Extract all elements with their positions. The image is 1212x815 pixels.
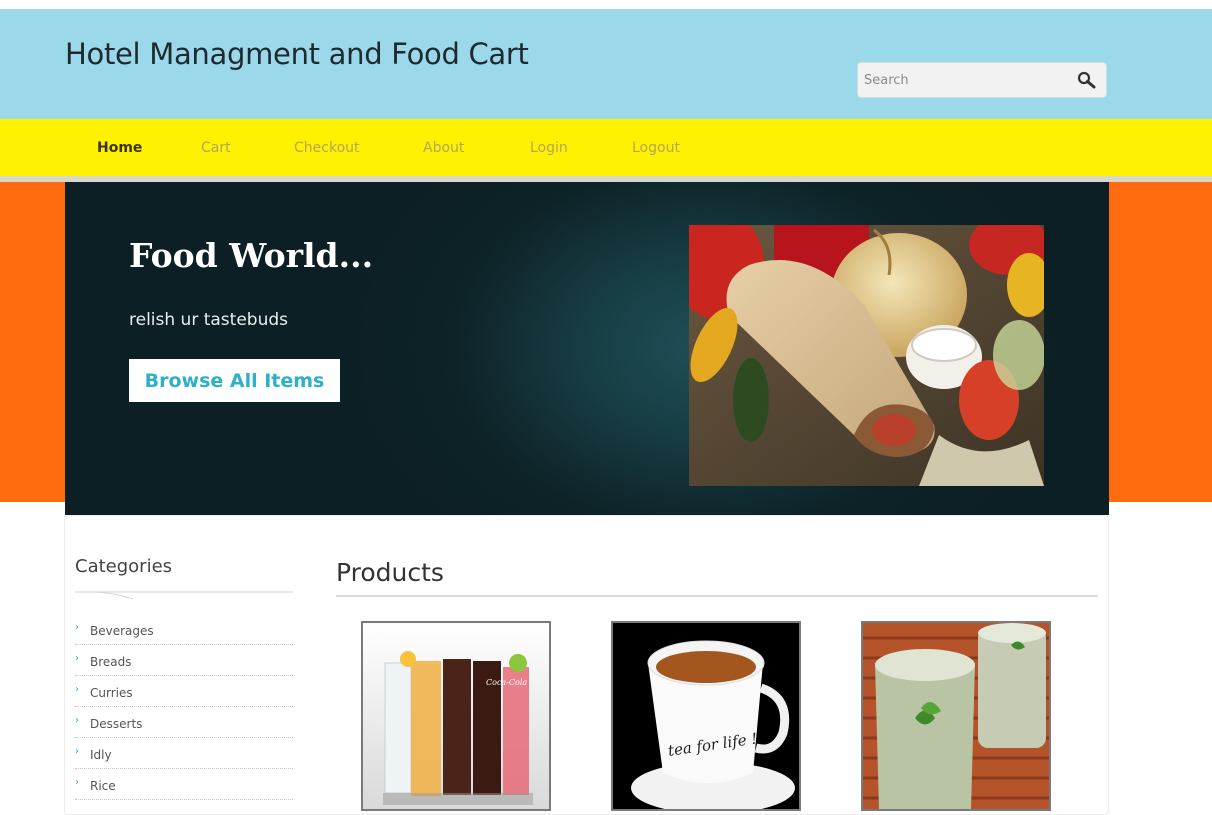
product-card-lassi[interactable] [861, 621, 1051, 811]
search-icon[interactable] [1076, 70, 1098, 90]
category-item-desserts[interactable]: › Desserts [75, 708, 293, 738]
category-label: Desserts [90, 717, 143, 731]
tea-cup-image: tea for life ! [613, 623, 799, 809]
category-item-curries[interactable]: › Curries [75, 677, 293, 707]
category-label: Curries [90, 686, 133, 700]
nav-item-logout[interactable]: Logout [632, 140, 680, 156]
category-label: Rice [90, 779, 116, 793]
categories-divider [75, 586, 293, 600]
main-nav: Home Cart Checkout About Login Logout [0, 119, 1212, 176]
browse-all-items-button[interactable]: Browse All Items [129, 359, 340, 402]
category-label: Beverages [90, 624, 154, 638]
nav-item-cart[interactable]: Cart [201, 140, 231, 156]
nav-item-checkout[interactable]: Checkout [294, 140, 360, 156]
search-box [857, 62, 1107, 98]
chevron-right-icon: › [75, 746, 79, 757]
chevron-right-icon: › [75, 684, 79, 695]
chevron-right-icon: › [75, 622, 79, 633]
nav-item-login[interactable]: Login [530, 140, 568, 156]
hero-banner: Food World... relish ur tastebuds Browse… [65, 182, 1109, 515]
category-item-rice[interactable]: › Rice [75, 770, 293, 800]
product-card-cold-drinks[interactable]: Coca-Cola [361, 621, 551, 811]
cold-drinks-image: Coca-Cola [363, 623, 549, 809]
products-heading: Products [336, 558, 444, 587]
category-label: Idly [90, 748, 112, 762]
category-item-beverages[interactable]: › Beverages [75, 615, 293, 645]
nav-item-about[interactable]: About [423, 140, 464, 156]
nav-item-home[interactable]: Home [97, 140, 142, 156]
lassi-glasses-image [863, 623, 1049, 809]
category-label: Breads [90, 655, 132, 669]
banner-tagline: relish ur tastebuds [129, 310, 289, 330]
chevron-right-icon: › [75, 777, 79, 788]
category-item-idly[interactable]: › Idly [75, 739, 293, 769]
search-input[interactable] [858, 63, 1074, 97]
product-card-tea[interactable]: tea for life ! [611, 621, 801, 811]
banner-title: Food World... [129, 236, 374, 275]
site-title: Hotel Managment and Food Cart [65, 37, 529, 71]
site-header: Hotel Managment and Food Cart [0, 9, 1212, 119]
category-item-breads[interactable]: › Breads [75, 646, 293, 676]
wrap-food-image [689, 225, 1044, 486]
chevron-right-icon: › [75, 715, 79, 726]
categories-heading: Categories [75, 556, 173, 577]
product-image-caption: Coca-Cola [486, 678, 527, 687]
products-divider [336, 595, 1098, 597]
chevron-right-icon: › [75, 653, 79, 664]
